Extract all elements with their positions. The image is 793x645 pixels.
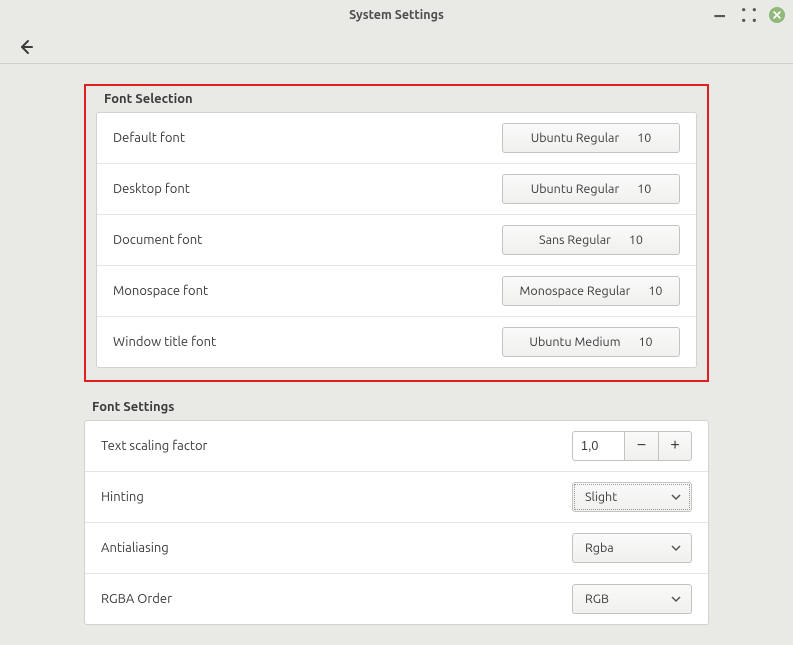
hinting-value: Slight [585, 490, 617, 504]
label-antialiasing: Antialiasing [101, 541, 169, 555]
font-settings-panel: Text scaling factor − + Hinting Slight A… [84, 420, 709, 625]
font-picker-window-title[interactable]: Ubuntu Medium 10 [502, 327, 680, 357]
row-window-title-font: Window title font Ubuntu Medium 10 [97, 316, 696, 367]
hinting-combo[interactable]: Slight [572, 482, 692, 512]
chevron-down-icon [671, 492, 681, 502]
font-name: Sans Regular [539, 233, 611, 247]
font-size: 10 [648, 284, 662, 298]
scaling-stepper: − + [572, 431, 692, 461]
font-name: Monospace Regular [520, 284, 631, 298]
row-monospace-font: Monospace font Monospace Regular 10 [97, 265, 696, 316]
antialiasing-combo[interactable]: Rgba [572, 533, 692, 563]
row-hinting: Hinting Slight [85, 471, 708, 522]
label-text-scaling: Text scaling factor [101, 439, 207, 453]
window-controls [713, 0, 785, 30]
minimize-button[interactable] [713, 7, 729, 23]
scaling-increment[interactable]: + [658, 431, 692, 461]
row-rgba-order: RGBA Order RGB [85, 573, 708, 624]
label-hinting: Hinting [101, 490, 144, 504]
font-picker-document[interactable]: Sans Regular 10 [502, 225, 680, 255]
font-name: Ubuntu Medium [529, 335, 620, 349]
font-selection-title: Font Selection [96, 92, 697, 106]
row-default-font: Default font Ubuntu Regular 10 [97, 113, 696, 163]
label-rgba-order: RGBA Order [101, 592, 172, 606]
label-monospace-font: Monospace font [113, 284, 208, 298]
close-button[interactable] [769, 7, 785, 23]
scaling-decrement[interactable]: − [624, 431, 658, 461]
label-desktop-font: Desktop font [113, 182, 190, 196]
chevron-down-icon [671, 594, 681, 604]
font-size: 10 [637, 131, 651, 145]
font-size: 10 [629, 233, 643, 247]
label-document-font: Document font [113, 233, 202, 247]
font-selection-highlight: Font Selection Default font Ubuntu Regul… [84, 84, 709, 382]
font-selection-panel: Default font Ubuntu Regular 10 Desktop f… [96, 112, 697, 368]
row-desktop-font: Desktop font Ubuntu Regular 10 [97, 163, 696, 214]
toolbar [0, 30, 793, 64]
back-arrow-icon [17, 38, 35, 56]
scaling-input[interactable] [572, 431, 624, 461]
back-button[interactable] [12, 33, 40, 61]
antialiasing-value: Rgba [585, 541, 614, 555]
label-window-title-font: Window title font [113, 335, 216, 349]
titlebar: System Settings [0, 0, 793, 30]
font-size: 10 [637, 182, 651, 196]
content-area: Font Selection Default font Ubuntu Regul… [0, 64, 793, 645]
font-picker-desktop[interactable]: Ubuntu Regular 10 [502, 174, 680, 204]
font-name: Ubuntu Regular [531, 131, 620, 145]
row-text-scaling: Text scaling factor − + [85, 421, 708, 471]
row-antialiasing: Antialiasing Rgba [85, 522, 708, 573]
font-picker-monospace[interactable]: Monospace Regular 10 [502, 276, 680, 306]
rgba-value: RGB [585, 592, 609, 606]
font-settings-title: Font Settings [84, 400, 709, 414]
maximize-button[interactable] [741, 7, 757, 23]
window-title: System Settings [349, 8, 444, 22]
font-size: 10 [638, 335, 652, 349]
font-picker-default[interactable]: Ubuntu Regular 10 [502, 123, 680, 153]
label-default-font: Default font [113, 131, 185, 145]
row-document-font: Document font Sans Regular 10 [97, 214, 696, 265]
chevron-down-icon [671, 543, 681, 553]
rgba-combo[interactable]: RGB [572, 584, 692, 614]
font-name: Ubuntu Regular [531, 182, 620, 196]
